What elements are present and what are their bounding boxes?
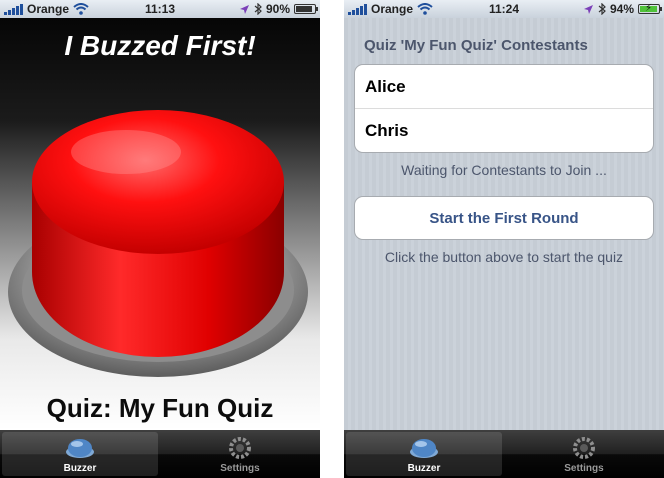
buzzer-screen: Orange 11:13 90% I Buzzed First! Quiz: M…: [0, 0, 320, 478]
tab-label: Settings: [220, 463, 260, 474]
bluetooth-icon: [598, 3, 606, 15]
big-red-buzzer-button[interactable]: [6, 82, 316, 382]
battery-percent: 90%: [265, 2, 290, 16]
buzzer-dome-icon: [66, 439, 94, 458]
gear-icon: [229, 437, 251, 459]
list-item[interactable]: Chris: [355, 109, 653, 152]
quiz-title: Quiz: My Fun Quiz: [46, 393, 274, 423]
headline: I Buzzed First!: [64, 30, 256, 61]
battery-percent: 94%: [609, 2, 634, 16]
bluetooth-icon: [254, 3, 262, 15]
instruction-text: Click the button above to start the quiz: [384, 249, 624, 265]
start-first-round-button[interactable]: Start the First Round: [354, 196, 654, 240]
tab-bar: Buzzer Settings: [0, 430, 320, 478]
tab-label: Buzzer: [407, 463, 441, 474]
location-arrow-icon: [583, 4, 593, 14]
tab-buzzer[interactable]: Buzzer: [2, 432, 158, 476]
status-bar: Orange 11:24 94% ⚡: [344, 0, 664, 18]
contestants-screen: Orange 11:24 94% ⚡ Quiz 'My Fun Quiz' Co…: [344, 0, 664, 478]
contestants-list: Alice Chris: [354, 64, 654, 153]
list-item[interactable]: Alice: [355, 65, 653, 109]
tab-settings[interactable]: Settings: [162, 432, 318, 476]
contestants-section-title: Quiz 'My Fun Quiz' Contestants: [364, 37, 588, 54]
gear-icon: [573, 437, 595, 459]
status-bar: Orange 11:13 90%: [0, 0, 320, 18]
battery-charging-icon: ⚡: [638, 3, 662, 14]
tab-settings[interactable]: Settings: [506, 432, 662, 476]
tab-label: Settings: [564, 463, 604, 474]
buzzer-dome-icon: [410, 439, 438, 458]
location-arrow-icon: [239, 4, 249, 14]
waiting-message: Waiting for Contestants to Join ...: [401, 162, 607, 178]
tab-bar: Buzzer Settings: [344, 430, 664, 478]
tab-label: Buzzer: [63, 463, 97, 474]
battery-icon: [294, 4, 318, 14]
tab-buzzer[interactable]: Buzzer: [346, 432, 502, 476]
